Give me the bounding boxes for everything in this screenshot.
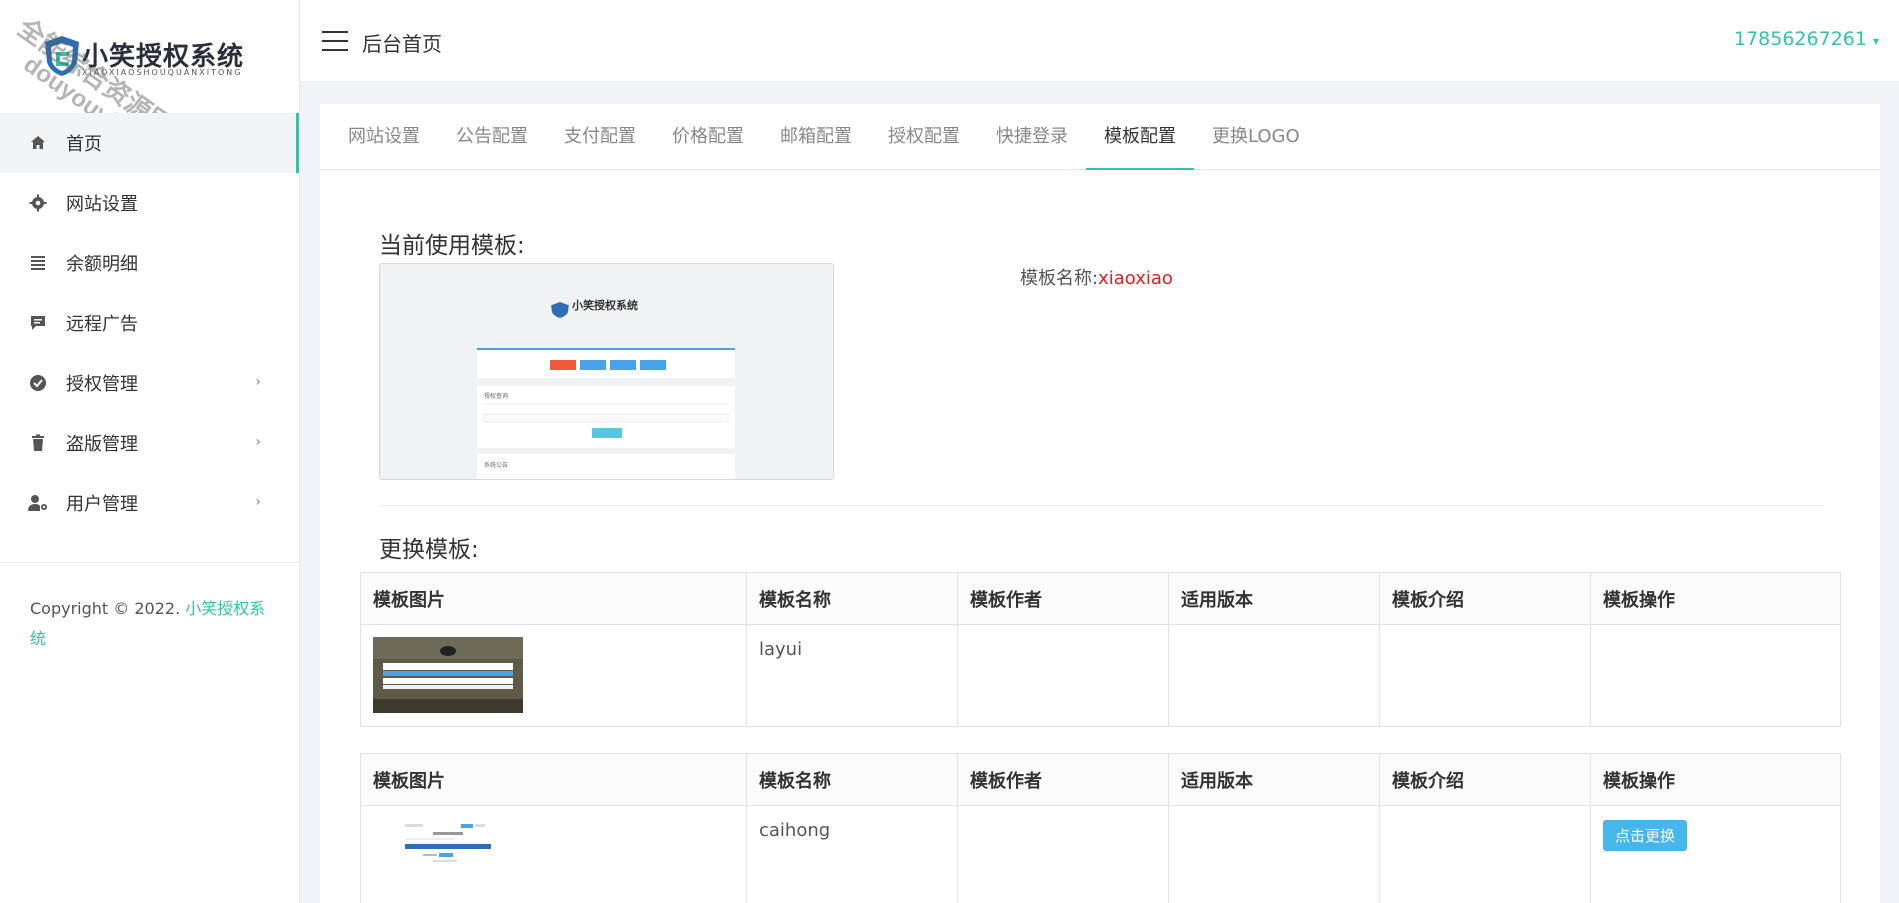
table-row: layui xyxy=(360,624,1841,727)
sidebar: 小笑授权系统 XIAOXIAOSHOUQUANXITONG 全能综合资源网 do… xyxy=(0,0,300,903)
copyright: Copyright © 2022. 小笑授权系统 xyxy=(30,594,270,654)
change-template-button[interactable]: 点击更换 xyxy=(1603,820,1688,851)
header-template-author: 模板作者 xyxy=(957,753,1169,806)
template-version-cell xyxy=(1168,805,1380,903)
header-template-name: 模板名称 xyxy=(746,753,958,806)
current-template-name: 模板名称:xiaoxiao xyxy=(1020,264,1173,290)
current-template-preview[interactable]: 小笑授权系统 授权查询 系统公告 xyxy=(379,263,834,480)
template-thumbnail-cell xyxy=(360,805,747,903)
home-icon xyxy=(28,133,48,153)
template-name-value: xiaoxiao xyxy=(1098,268,1173,289)
table-row: caihong 点击更换 xyxy=(360,805,1841,903)
sidebar-item-label: 授权管理 xyxy=(66,374,138,395)
sidebar-item-piracy-management[interactable]: 盗版管理 › xyxy=(0,413,299,473)
sidebar-item-license-management[interactable]: 授权管理 › xyxy=(0,353,299,413)
tab-payment[interactable]: 支付配置 xyxy=(546,104,654,169)
tab-email[interactable]: 邮箱配置 xyxy=(762,104,870,169)
list-icon xyxy=(28,253,48,273)
username: 17856267261 xyxy=(1733,28,1867,50)
template-action-cell xyxy=(1590,624,1841,727)
caret-down-icon: ▾ xyxy=(1872,34,1879,48)
chevron-right-icon: › xyxy=(255,494,261,510)
sidebar-item-label: 首页 xyxy=(66,134,102,155)
shield-logo-icon xyxy=(45,36,79,76)
page-title: 后台首页 xyxy=(362,32,442,56)
message-icon xyxy=(28,313,48,333)
template-table-caihong: 模板图片 模板名称 模板作者 适用版本 模板介绍 模板操作 caihong 点击… xyxy=(360,753,1841,903)
header-intro: 模板介绍 xyxy=(1379,753,1591,806)
sidebar-item-balance[interactable]: 余额明细 xyxy=(0,233,299,293)
template-author-cell xyxy=(957,805,1169,903)
header-template-image: 模板图片 xyxy=(360,753,747,806)
tab-site-settings[interactable]: 网站设置 xyxy=(330,104,438,169)
sidebar-item-label: 用户管理 xyxy=(66,494,138,515)
gear-icon xyxy=(28,193,48,213)
logo[interactable]: 小笑授权系统 XIAOXIAOSHOUQUANXITONG xyxy=(0,0,299,113)
tab-template[interactable]: 模板配置 xyxy=(1086,104,1194,170)
sidebar-item-label: 余额明细 xyxy=(66,254,138,275)
template-table-layui: 模板图片 模板名称 模板作者 适用版本 模板介绍 模板操作 layui xyxy=(360,572,1841,727)
header-template-author: 模板作者 xyxy=(957,572,1169,625)
sidebar-item-user-management[interactable]: 用户管理 › xyxy=(0,473,299,533)
caihong-thumbnail[interactable] xyxy=(373,818,523,894)
sidebar-item-label: 远程广告 xyxy=(66,314,138,335)
template-name-label: 模板名称: xyxy=(1020,268,1099,289)
preview-logo: 小笑授权系统 xyxy=(571,298,638,312)
template-version-cell xyxy=(1168,624,1380,727)
divider xyxy=(379,505,1824,506)
header-action: 模板操作 xyxy=(1590,572,1841,625)
header-version: 适用版本 xyxy=(1168,572,1380,625)
user-menu[interactable]: 17856267261 ▾ xyxy=(1734,28,1879,50)
user-gear-icon xyxy=(28,493,48,513)
badge-check-icon xyxy=(28,373,48,393)
settings-tabs: 网站设置 公告配置 支付配置 价格配置 邮箱配置 授权配置 快捷登录 模板配置 … xyxy=(320,104,1880,170)
template-author-cell xyxy=(957,624,1169,727)
tab-announcement[interactable]: 公告配置 xyxy=(438,104,546,169)
template-preview-image: 小笑授权系统 授权查询 系统公告 xyxy=(380,264,833,479)
top-header: 后台首页 17856267261 ▾ xyxy=(300,0,1899,82)
table-header-row: 模板图片 模板名称 模板作者 适用版本 模板介绍 模板操作 xyxy=(360,572,1841,625)
sidebar-item-remote-ads[interactable]: 远程广告 xyxy=(0,293,299,353)
copyright-text: Copyright © 2022. xyxy=(30,599,186,618)
template-name-cell: caihong xyxy=(746,805,958,903)
brand-subtitle: XIAOXIAOSHOUQUANXITONG xyxy=(82,68,243,77)
sidebar-item-label: 网站设置 xyxy=(66,194,138,215)
template-thumbnail-cell xyxy=(360,624,747,727)
layui-thumbnail[interactable] xyxy=(373,637,523,713)
current-template-heading: 当前使用模板: xyxy=(379,233,525,259)
header-template-image: 模板图片 xyxy=(360,572,747,625)
main-card: 网站设置 公告配置 支付配置 价格配置 邮箱配置 授权配置 快捷登录 模板配置 … xyxy=(320,104,1880,903)
divider xyxy=(0,562,300,563)
tab-quick-login[interactable]: 快捷登录 xyxy=(978,104,1086,169)
chevron-right-icon: › xyxy=(255,374,261,390)
template-action-cell: 点击更换 xyxy=(1590,805,1841,903)
template-name-cell: layui xyxy=(746,624,958,727)
sidebar-nav: 首页 网站设置 余额明细 远程广告 授权管理 › 盗版管理 › 用户管理 › xyxy=(0,113,299,533)
trash-icon xyxy=(28,433,48,453)
template-intro-cell xyxy=(1379,805,1591,903)
tab-license[interactable]: 授权配置 xyxy=(870,104,978,169)
preview-section2: 系统公告 xyxy=(484,461,508,469)
sidebar-item-home[interactable]: 首页 xyxy=(0,113,299,173)
menu-toggle-icon[interactable] xyxy=(322,31,348,51)
template-intro-cell xyxy=(1379,624,1591,727)
change-template-heading: 更换模板: xyxy=(379,537,479,563)
table-header-row: 模板图片 模板名称 模板作者 适用版本 模板介绍 模板操作 xyxy=(360,753,1841,806)
chevron-right-icon: › xyxy=(255,434,261,450)
header-action: 模板操作 xyxy=(1590,753,1841,806)
tab-change-logo[interactable]: 更换LOGO xyxy=(1194,104,1318,169)
header-version: 适用版本 xyxy=(1168,753,1380,806)
header-template-name: 模板名称 xyxy=(746,572,958,625)
preview-section1: 授权查询 xyxy=(484,392,508,400)
sidebar-item-site-settings[interactable]: 网站设置 xyxy=(0,173,299,233)
tab-price[interactable]: 价格配置 xyxy=(654,104,762,169)
header-intro: 模板介绍 xyxy=(1379,572,1591,625)
sidebar-item-label: 盗版管理 xyxy=(66,434,138,455)
